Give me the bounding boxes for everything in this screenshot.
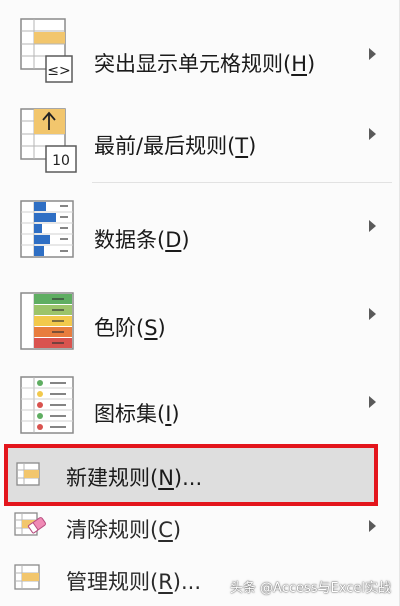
submenu-arrow-icon: [369, 220, 376, 232]
menu-item-label: 图标集(I): [94, 402, 180, 426]
highlight-cells-rules-icon: ≤>: [20, 18, 74, 92]
clear-rules-icon: [14, 512, 48, 546]
menu-item-clear-rules[interactable]: 清除规则(C): [0, 508, 400, 548]
submenu-arrow-icon: [369, 48, 376, 60]
menu-item-label: 清除规则(C): [66, 518, 182, 542]
submenu-arrow-icon: [369, 128, 376, 140]
top-bottom-rules-icon: 10: [20, 108, 78, 180]
top-bottom-icon-glyph: 10: [52, 153, 70, 169]
menu-item-data-bars[interactable]: 数据条(D): [0, 190, 400, 272]
highlight-cells-icon-glyph: ≤>: [47, 63, 70, 79]
new-rule-icon: [16, 462, 42, 492]
icon-sets-icon: [20, 376, 76, 440]
menu-item-icon-sets[interactable]: 图标集(I): [0, 370, 400, 442]
menu-item-label: 突出显示单元格规则(H): [94, 52, 316, 76]
submenu-arrow-icon: [369, 308, 376, 320]
color-scales-icon: [20, 292, 76, 356]
menu-item-label: 最前/最后规则(T): [94, 134, 257, 158]
data-bars-icon: [20, 200, 76, 264]
menu-item-label: 管理规则(R)...: [66, 570, 202, 594]
menu-item-label: 色阶(S): [94, 316, 166, 340]
menu-item-label: 数据条(D): [94, 228, 190, 252]
menu-item-highlight-cells-rules[interactable]: ≤> 突出显示单元格规则(H): [0, 8, 400, 92]
menu-item-top-bottom-rules[interactable]: 10 最前/最后规则(T): [0, 98, 400, 180]
submenu-arrow-icon: [369, 396, 376, 408]
manage-rules-icon: [14, 564, 44, 596]
menu-item-new-rule[interactable]: 新建规则(N)...: [0, 444, 400, 506]
menu-item-color-scales[interactable]: 色阶(S): [0, 282, 400, 364]
watermark: 头条 @Access与Excel实战: [229, 581, 391, 596]
conditional-formatting-menu: ≤> 突出显示单元格规则(H) 10 最前/最后规则(T) 数据条(D) 色阶(…: [0, 0, 400, 606]
menu-separator: [92, 182, 392, 183]
submenu-arrow-icon: [369, 520, 376, 532]
menu-item-label: 新建规则(N)...: [66, 466, 203, 490]
